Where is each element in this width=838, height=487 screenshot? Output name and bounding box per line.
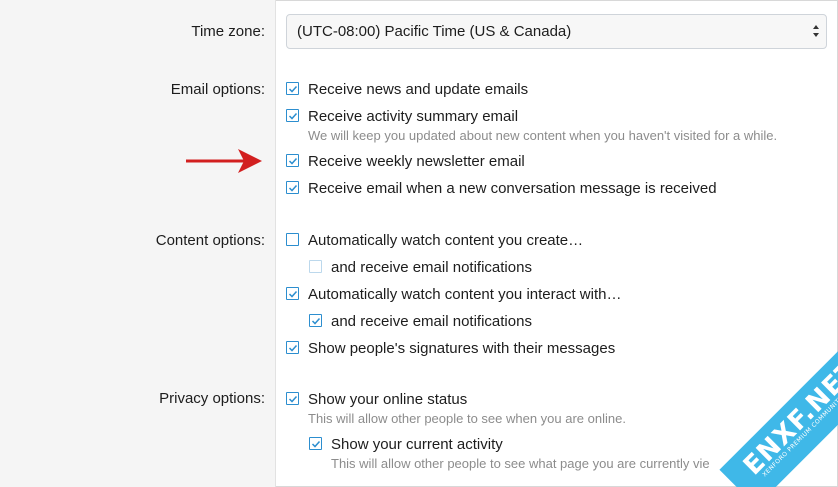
activity-summary-label: Receive activity summary email (308, 108, 519, 125)
weekly-newsletter-checkbox[interactable] (286, 154, 299, 167)
conversation-email-label: Receive email when a new conversation me… (308, 180, 717, 197)
watch-interacted-email-checkbox[interactable] (309, 314, 322, 327)
checkmark-icon (311, 440, 320, 448)
current-activity-checkbox[interactable] (309, 437, 322, 450)
checkmark-icon (288, 184, 297, 192)
timezone-select[interactable]: (UTC-08:00) Pacific Time (US & Canada) (286, 14, 827, 49)
online-status-label: Show your online status (308, 391, 468, 408)
weekly-newsletter-label: Receive weekly newsletter email (308, 153, 525, 170)
watch-interacted-email-label: and receive email notifications (331, 313, 532, 330)
current-activity-hint: This will allow other people to see what… (331, 456, 710, 471)
content-options-label: Content options: (155, 232, 265, 249)
timezone-label: Time zone: (191, 23, 265, 40)
show-signatures-checkbox[interactable] (286, 341, 299, 354)
checkmark-icon (288, 112, 297, 120)
checkmark-icon (288, 85, 297, 93)
online-status-checkbox[interactable] (286, 392, 299, 405)
watch-interacted-label: Automatically watch content you interact… (308, 286, 622, 303)
email-options-label: Email options: (170, 81, 265, 98)
watch-created-email-checkbox[interactable] (309, 260, 322, 273)
online-status-hint: This will allow other people to see when… (308, 411, 626, 426)
watch-created-label: Automatically watch content you create… (308, 232, 584, 249)
checkmark-icon (288, 290, 297, 298)
activity-summary-checkbox[interactable] (286, 109, 299, 122)
select-arrows-icon (813, 25, 819, 37)
watch-created-checkbox[interactable] (286, 233, 299, 246)
privacy-options-label: Privacy options: (159, 390, 265, 407)
red-arrow-icon (186, 149, 262, 173)
checkmark-icon (288, 395, 297, 403)
news-updates-label: Receive news and update emails (308, 81, 529, 98)
watch-created-email-label: and receive email notifications (331, 259, 532, 276)
checkmark-icon (288, 157, 297, 165)
checkmark-icon (311, 317, 320, 325)
watermark-logo: ENXF.NET XENFORO PREMIUM COMMUNITY (688, 337, 838, 487)
timezone-value: (UTC-08:00) Pacific Time (US & Canada) (297, 23, 572, 40)
show-signatures-label: Show people's signatures with their mess… (308, 340, 616, 357)
activity-summary-hint: We will keep you updated about new conte… (308, 128, 778, 143)
current-activity-label: Show your current activity (331, 436, 503, 453)
conversation-email-checkbox[interactable] (286, 181, 299, 194)
watch-interacted-checkbox[interactable] (286, 287, 299, 300)
checkmark-icon (288, 344, 297, 352)
news-updates-checkbox[interactable] (286, 82, 299, 95)
